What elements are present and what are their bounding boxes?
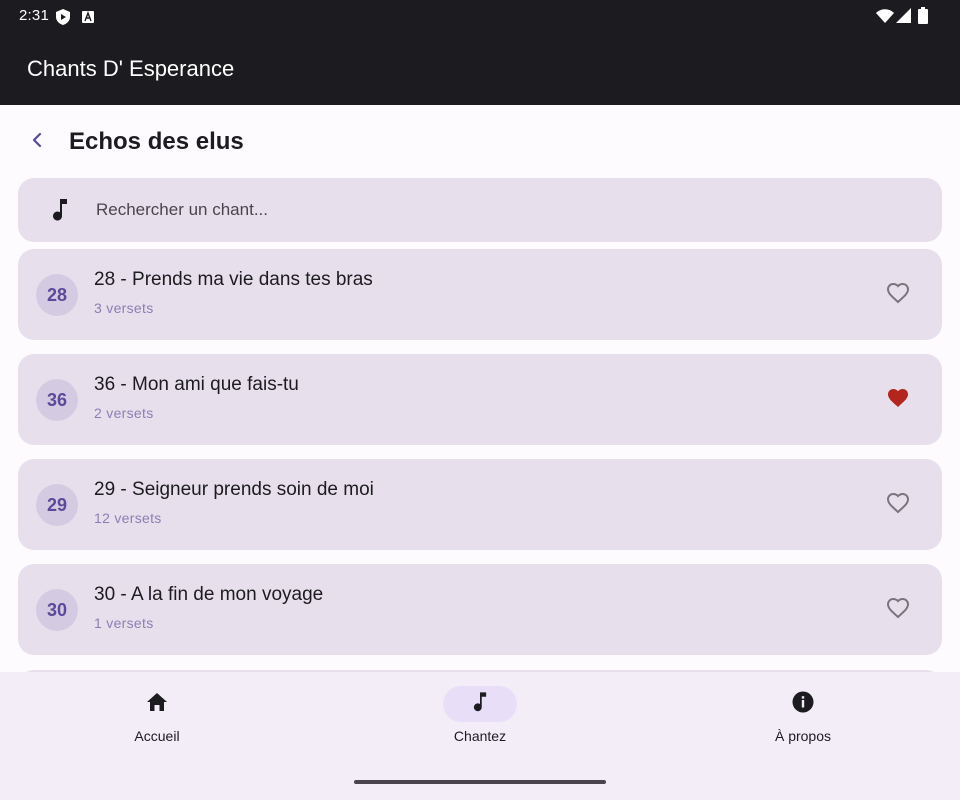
shield-icon: [56, 9, 70, 30]
search-input[interactable]: [96, 178, 916, 242]
song-verse-count: 1 versets: [94, 615, 154, 631]
status-bar: 2:31: [0, 0, 960, 32]
nav-pill-active: [443, 686, 517, 722]
favorite-button[interactable]: [884, 386, 912, 414]
song-card[interactable]: 30 30 - A la fin de mon voyage 1 versets: [18, 564, 942, 655]
wifi-icon: [876, 9, 894, 28]
song-title: 36 - Mon ami que fais-tu: [94, 374, 299, 395]
song-card[interactable]: 28 28 - Prends ma vie dans tes bras 3 ve…: [18, 249, 942, 340]
page-header: Echos des elus: [0, 105, 960, 177]
nav-pill: [766, 686, 840, 722]
song-number-badge: 36: [36, 379, 78, 421]
song-number-badge: 29: [36, 484, 78, 526]
app-bar: Chants D' Esperance: [0, 32, 960, 105]
nav-label: Accueil: [134, 728, 180, 744]
heart-outline-icon: [886, 492, 910, 519]
song-number-badge: 28: [36, 274, 78, 316]
a-badge-icon: [82, 10, 94, 28]
song-number-badge: 30: [36, 589, 78, 631]
info-icon: [792, 691, 814, 718]
page-title: Echos des elus: [69, 128, 244, 155]
heart-outline-icon: [886, 597, 910, 624]
song-title: 29 - Seigneur prends soin de moi: [94, 479, 374, 500]
favorite-button[interactable]: [884, 281, 912, 309]
app-title: Chants D' Esperance: [27, 56, 235, 81]
song-verse-count: 2 versets: [94, 405, 154, 421]
nav-pill: [120, 686, 194, 722]
home-icon: [146, 692, 168, 717]
song-title: 28 - Prends ma vie dans tes bras: [94, 269, 373, 290]
song-title: 30 - A la fin de mon voyage: [94, 584, 324, 605]
battery-icon: [918, 7, 928, 29]
back-button[interactable]: [22, 127, 52, 157]
heart-filled-icon: [886, 387, 910, 414]
song-verse-count: 12 versets: [94, 510, 162, 526]
favorite-button[interactable]: [884, 596, 912, 624]
music-note-icon: [52, 198, 68, 227]
song-verse-count: 3 versets: [94, 300, 154, 316]
favorite-button[interactable]: [884, 491, 912, 519]
nav-item-chantez[interactable]: Chantez: [400, 686, 560, 752]
music-note-icon: [473, 691, 487, 718]
nav-label: Chantez: [453, 728, 507, 744]
chevron-left-icon: [31, 132, 43, 153]
bottom-nav: Accueil Chantez À propos: [0, 672, 960, 800]
song-card[interactable]: 29 29 - Seigneur prends soin de moi 12 v…: [18, 459, 942, 550]
nav-item-a-propos[interactable]: À propos: [723, 686, 883, 752]
heart-outline-icon: [886, 282, 910, 309]
song-card[interactable]: 36 36 - Mon ami que fais-tu 2 versets: [18, 354, 942, 445]
nav-item-accueil[interactable]: Accueil: [77, 686, 237, 752]
gesture-bar[interactable]: [354, 780, 606, 784]
nav-label: À propos: [774, 728, 832, 744]
search-box[interactable]: [18, 178, 942, 242]
status-time: 2:31: [19, 7, 49, 24]
signal-icon: [896, 8, 911, 28]
